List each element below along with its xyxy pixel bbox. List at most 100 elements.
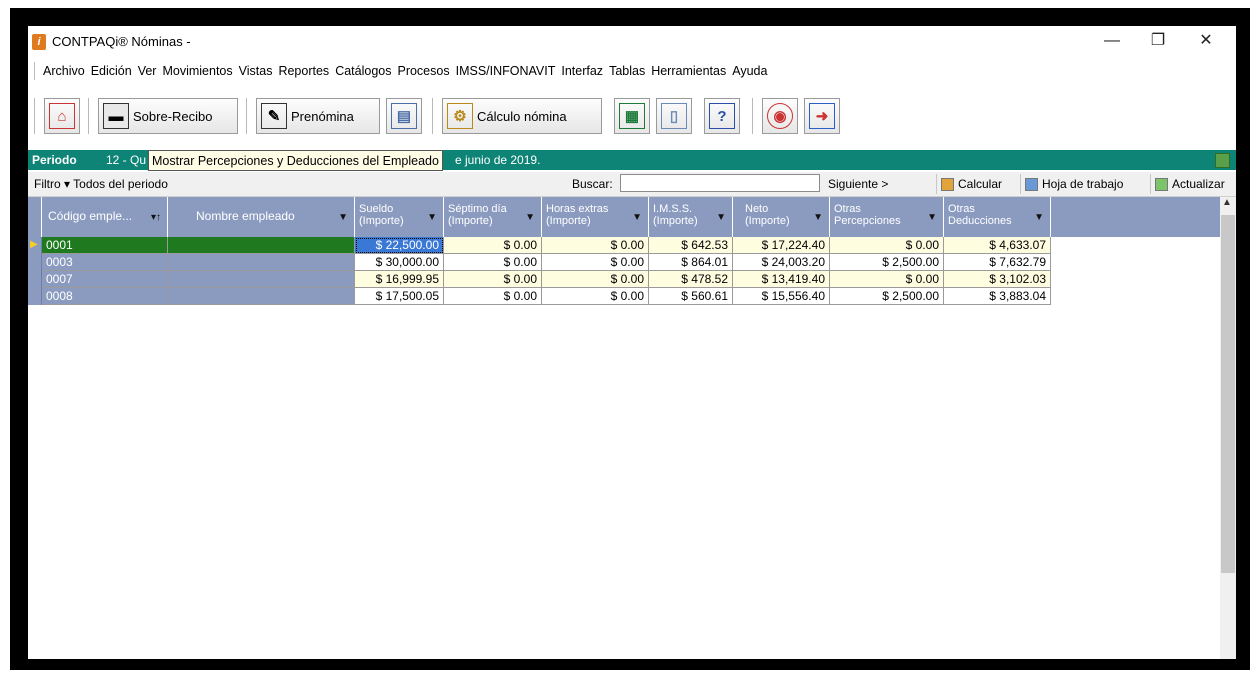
- column-header-septimo[interactable]: Séptimo día (Importe) ▼: [444, 197, 542, 237]
- row-selector[interactable]: [28, 288, 42, 305]
- search-input[interactable]: [620, 174, 820, 192]
- cell-sueldo[interactable]: $ 30,000.00: [355, 254, 444, 271]
- prenomina-button[interactable]: ✎ Prenómina: [256, 98, 380, 134]
- menu-ayuda[interactable]: Ayuda: [729, 64, 770, 78]
- menu-interfaz[interactable]: Interfaz: [558, 64, 606, 78]
- table-row[interactable]: 0003 $ 30,000.00 $ 0.00 $ 0.00 $ 864.01 …: [28, 254, 1051, 271]
- cell-codigo[interactable]: 0003: [42, 254, 168, 271]
- menu-imss-infonavit[interactable]: IMSS/INFONAVIT: [453, 64, 559, 78]
- cell-imss[interactable]: $ 560.61: [649, 288, 733, 305]
- menu-catalogos[interactable]: Catálogos: [332, 64, 394, 78]
- cell-septimo[interactable]: $ 0.00: [444, 237, 542, 254]
- cell-septimo[interactable]: $ 0.00: [444, 288, 542, 305]
- calcular-button[interactable]: Calcular: [936, 174, 1002, 194]
- menu-procesos[interactable]: Procesos: [394, 64, 452, 78]
- table-row[interactable]: 0008 $ 17,500.05 $ 0.00 $ 0.00 $ 560.61 …: [28, 288, 1051, 305]
- scrollbar-thumb[interactable]: [1221, 215, 1235, 573]
- dropdown-icon[interactable]: ▼: [338, 212, 348, 224]
- dropdown-icon[interactable]: ▼: [427, 212, 437, 224]
- dropdown-icon[interactable]: ▼: [813, 212, 823, 224]
- report-button[interactable]: ▤: [386, 98, 422, 134]
- cell-horas-extras[interactable]: $ 0.00: [542, 271, 649, 288]
- sobre-recibo-button[interactable]: ▬ Sobre-Recibo: [98, 98, 238, 134]
- actualizar-button[interactable]: Actualizar: [1150, 174, 1225, 194]
- cell-nombre[interactable]: [168, 254, 355, 271]
- table-row[interactable]: 0007 $ 16,999.95 $ 0.00 $ 0.00 $ 478.52 …: [28, 271, 1051, 288]
- menu-movimientos[interactable]: Movimientos: [159, 64, 235, 78]
- cell-neto[interactable]: $ 17,224.40: [733, 237, 830, 254]
- cell-neto[interactable]: $ 13,419.40: [733, 271, 830, 288]
- menu-vistas[interactable]: Vistas: [236, 64, 276, 78]
- menu-herramientas[interactable]: Herramientas: [648, 64, 729, 78]
- toolbar-separator: [752, 98, 756, 134]
- gears-icon: ⚙: [447, 103, 473, 129]
- cell-sueldo[interactable]: $ 17,500.05: [355, 288, 444, 305]
- home-button[interactable]: ⌂: [44, 98, 80, 134]
- row-selector[interactable]: [28, 271, 42, 288]
- column-header-otras-percepciones[interactable]: Otras Percepciones ▼: [830, 197, 944, 237]
- cell-otras-percepciones[interactable]: $ 2,500.00: [830, 254, 944, 271]
- cell-codigo[interactable]: 0007: [42, 271, 168, 288]
- cell-neto[interactable]: $ 15,556.40: [733, 288, 830, 305]
- cell-otras-percepciones[interactable]: $ 0.00: [830, 271, 944, 288]
- column-header-imss[interactable]: I.M.S.S. (Importe) ▼: [649, 197, 733, 237]
- menu-archivo[interactable]: Archivo: [40, 64, 88, 78]
- dropdown-icon[interactable]: ▼: [716, 212, 726, 224]
- dropdown-icon[interactable]: ▼: [1034, 212, 1044, 224]
- minimize-button[interactable]: —: [1094, 30, 1130, 52]
- cell-codigo[interactable]: 0008: [42, 288, 168, 305]
- restore-button[interactable]: ❐: [1140, 30, 1176, 52]
- menu-tablas[interactable]: Tablas: [606, 64, 648, 78]
- cell-otras-deducciones[interactable]: $ 3,883.04: [944, 288, 1051, 305]
- column-header-otras-deducciones[interactable]: Otras Deducciones ▼: [944, 197, 1051, 237]
- column-header-sueldo[interactable]: Sueldo (Importe) ▼: [355, 197, 444, 237]
- cell-septimo[interactable]: $ 0.00: [444, 271, 542, 288]
- column-header-nombre[interactable]: Nombre empleado ▼: [168, 197, 355, 237]
- cell-imss[interactable]: $ 864.01: [649, 254, 733, 271]
- cell-horas-extras[interactable]: $ 0.00: [542, 254, 649, 271]
- cell-sueldo[interactable]: $ 22,500.00: [355, 237, 444, 254]
- scroll-up-icon[interactable]: ▲: [1222, 197, 1232, 208]
- cell-horas-extras[interactable]: $ 0.00: [542, 237, 649, 254]
- column-header-horas-extras[interactable]: Horas extras (Importe) ▼: [542, 197, 649, 237]
- excel-button[interactable]: ▦: [614, 98, 650, 134]
- cell-codigo[interactable]: 0001: [42, 237, 168, 254]
- hoja-trabajo-button[interactable]: Hoja de trabajo: [1020, 174, 1123, 194]
- cell-horas-extras[interactable]: $ 0.00: [542, 288, 649, 305]
- cell-otras-percepciones[interactable]: $ 0.00: [830, 237, 944, 254]
- calendar-icon[interactable]: [1215, 153, 1230, 168]
- menu-reportes[interactable]: Reportes: [275, 64, 332, 78]
- cell-nombre[interactable]: [168, 271, 355, 288]
- row-selector[interactable]: [28, 254, 42, 271]
- cell-otras-deducciones[interactable]: $ 3,102.03: [944, 271, 1051, 288]
- column-header-codigo[interactable]: Código emple... ▾↑: [42, 197, 168, 237]
- close-button[interactable]: ✕: [1188, 30, 1224, 52]
- cell-otras-percepciones[interactable]: $ 2,500.00: [830, 288, 944, 305]
- help-button[interactable]: ?: [704, 98, 740, 134]
- support-button[interactable]: ◉: [762, 98, 798, 134]
- column-header-neto[interactable]: Neto (Importe) ▼: [733, 197, 830, 237]
- table-row[interactable]: ▶ 0001 $ 22,500.00 $ 0.00 $ 0.00 $ 642.5…: [28, 237, 1051, 254]
- dropdown-icon[interactable]: ▼: [632, 212, 642, 224]
- vertical-scrollbar[interactable]: ▲: [1220, 197, 1236, 659]
- sort-icon[interactable]: ▾↑: [151, 212, 161, 224]
- period-number[interactable]: 12 - Qu: [106, 153, 146, 167]
- cell-nombre[interactable]: [168, 288, 355, 305]
- dropdown-icon[interactable]: ▼: [525, 212, 535, 224]
- filter-dropdown[interactable]: Filtro ▾ Todos del periodo: [34, 177, 168, 191]
- dropdown-icon[interactable]: ▼: [927, 212, 937, 224]
- cell-sueldo[interactable]: $ 16,999.95: [355, 271, 444, 288]
- cell-otras-deducciones[interactable]: $ 4,633.07: [944, 237, 1051, 254]
- cell-imss[interactable]: $ 478.52: [649, 271, 733, 288]
- next-button[interactable]: Siguiente >: [828, 177, 888, 191]
- cell-septimo[interactable]: $ 0.00: [444, 254, 542, 271]
- panel-button[interactable]: ▯: [656, 98, 692, 134]
- menu-ver[interactable]: Ver: [135, 64, 160, 78]
- cell-imss[interactable]: $ 642.53: [649, 237, 733, 254]
- cell-nombre[interactable]: [168, 237, 355, 254]
- exit-button[interactable]: ➜: [804, 98, 840, 134]
- menu-edicion[interactable]: Edición: [88, 64, 135, 78]
- cell-neto[interactable]: $ 24,003.20: [733, 254, 830, 271]
- calculo-nomina-button[interactable]: ⚙ Cálculo nómina: [442, 98, 602, 134]
- cell-otras-deducciones[interactable]: $ 7,632.79: [944, 254, 1051, 271]
